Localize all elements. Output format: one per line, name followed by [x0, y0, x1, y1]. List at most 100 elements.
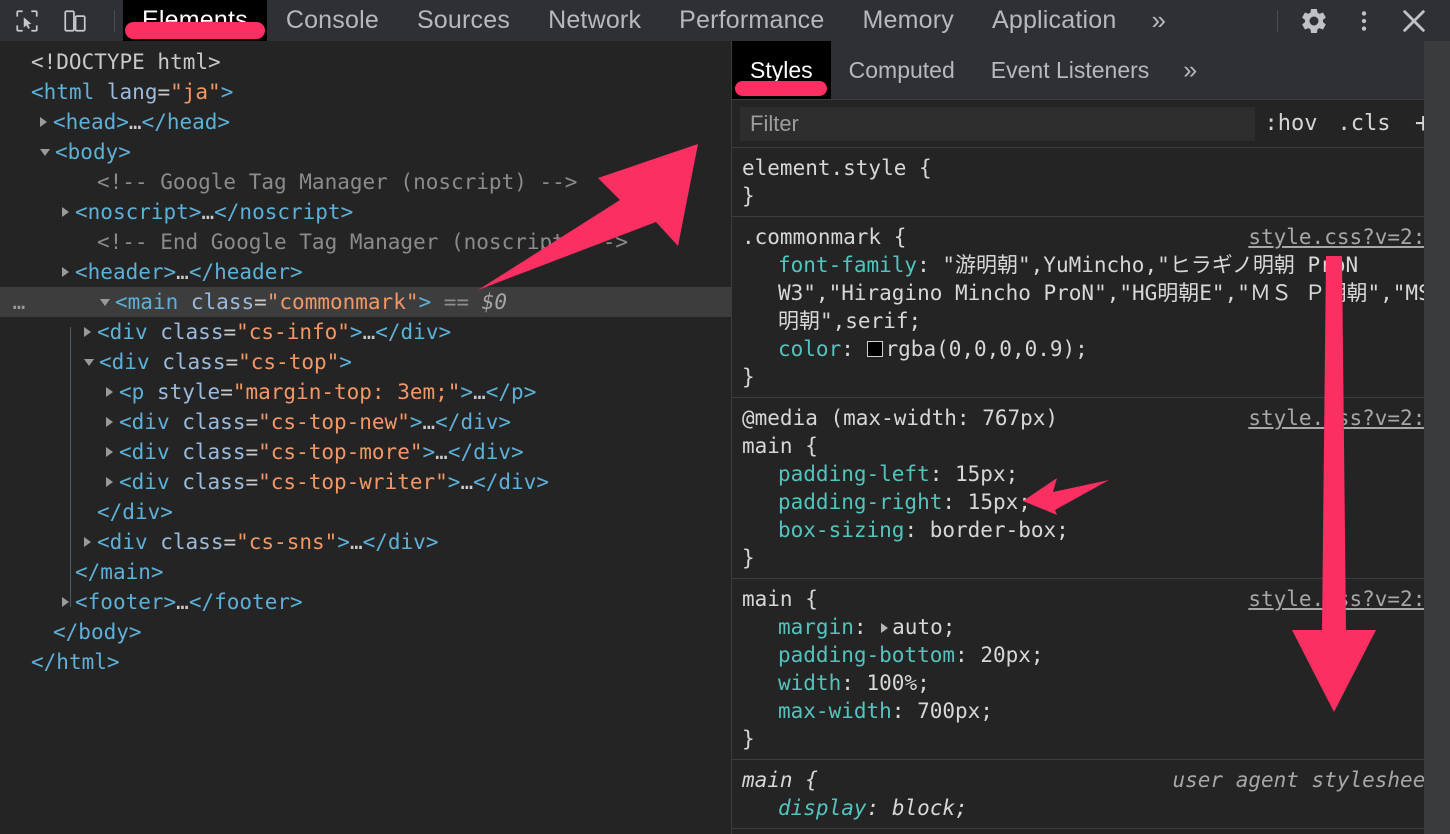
dom-node-row[interactable]: <p style="margin-top: 3em;">…</p>	[0, 377, 731, 407]
css-property-name[interactable]: display	[778, 796, 867, 820]
css-declaration[interactable]: padding-right: 15px;	[742, 488, 1450, 516]
collapse-triangle-icon[interactable]	[84, 359, 94, 366]
expand-triangle-icon[interactable]	[106, 387, 113, 397]
styles-panel[interactable]: StylesComputedEvent Listeners» :hov .cls…	[731, 41, 1450, 834]
tab-network[interactable]: Network	[529, 0, 660, 41]
dom-node-content: <div class="cs-sns">…</div>	[18, 530, 438, 554]
css-rule-block[interactable]: style.css?v=2:1.commonmark {font-family:…	[732, 217, 1450, 398]
stylesheet-source-link[interactable]: style.css?v=2:1	[1248, 585, 1438, 613]
expand-triangle-icon[interactable]	[40, 117, 47, 127]
css-property-value[interactable]: auto;	[892, 615, 955, 639]
close-icon[interactable]	[1392, 0, 1436, 41]
css-property-value[interactable]: block;	[892, 796, 968, 820]
styles-scrollbar[interactable]	[1424, 41, 1450, 834]
css-selector[interactable]: element.style {	[742, 154, 1450, 182]
css-property-value[interactable]: border-box;	[930, 518, 1069, 542]
stylesheet-source-link[interactable]: style.css?v=2:1	[1248, 223, 1438, 251]
dom-node-row[interactable]: <div class="cs-top-more">…</div>	[0, 437, 731, 467]
kebab-menu-icon[interactable]	[1342, 0, 1386, 41]
stylesheet-source-link[interactable]: style.css?v=2:1	[1248, 404, 1438, 432]
css-property-name[interactable]: padding-right	[778, 490, 942, 514]
dom-node-row[interactable]: <noscript>…</noscript>	[0, 197, 731, 227]
dom-node-row[interactable]: </body>	[0, 617, 731, 647]
dom-node-row[interactable]: <div class="cs-top">	[0, 347, 731, 377]
tab-styles[interactable]: Styles	[732, 41, 831, 99]
dom-node-row[interactable]: <!DOCTYPE html>	[0, 47, 731, 77]
hov-toggle-button[interactable]: :hov	[1255, 111, 1328, 136]
css-declaration[interactable]: margin: auto;	[742, 613, 1450, 641]
dom-node-row[interactable]: <header>…</header>	[0, 257, 731, 287]
tab-elements[interactable]: Elements	[123, 0, 267, 41]
dom-node-row[interactable]: <div class="cs-info">…</div>	[0, 317, 731, 347]
css-rule-block[interactable]: style.css?v=2:1@media (max-width: 767px)…	[732, 398, 1450, 579]
expand-triangle-icon[interactable]	[62, 597, 69, 607]
dom-node-row[interactable]: <body>	[0, 137, 731, 167]
css-property-name[interactable]: padding-left	[778, 462, 930, 486]
expand-triangle-icon[interactable]	[84, 537, 91, 547]
css-declaration[interactable]: max-width: 700px;	[742, 697, 1450, 725]
cls-toggle-button[interactable]: .cls	[1327, 111, 1400, 136]
gear-icon[interactable]	[1292, 0, 1336, 41]
inspect-element-icon[interactable]	[10, 4, 44, 38]
css-property-value[interactable]: 20px;	[980, 643, 1043, 667]
expand-triangle-icon[interactable]	[106, 477, 113, 487]
tab-event-listeners[interactable]: Event Listeners	[973, 41, 1168, 99]
dom-node-row[interactable]: <!-- End Google Tag Manager (noscript) -…	[0, 227, 731, 257]
dom-node-row[interactable]: <html lang="ja">	[0, 77, 731, 107]
css-declaration[interactable]: padding-left: 15px;	[742, 460, 1450, 488]
dom-node-row[interactable]: <div class="cs-top-new">…</div>	[0, 407, 731, 437]
css-property-value[interactable]: 15px;	[968, 490, 1031, 514]
css-property-value[interactable]: 15px;	[955, 462, 1018, 486]
dom-node-row[interactable]: </div>	[0, 497, 731, 527]
node-overflow-badge[interactable]: …	[0, 287, 38, 317]
css-property-name[interactable]: color	[778, 337, 841, 361]
css-property-name[interactable]: box-sizing	[778, 518, 904, 542]
tab-performance[interactable]: Performance	[660, 0, 843, 41]
expand-triangle-icon[interactable]	[84, 327, 91, 337]
dom-node-row[interactable]: </main>	[0, 557, 731, 587]
css-declaration[interactable]: box-sizing: border-box;	[742, 516, 1450, 544]
dom-node-row[interactable]: <!-- Google Tag Manager (noscript) -->	[0, 167, 731, 197]
styles-filter-input[interactable]	[740, 107, 1255, 141]
dom-node-row[interactable]: <footer>…</footer>	[0, 587, 731, 617]
color-swatch[interactable]	[867, 341, 883, 357]
dom-node-row[interactable]: <div class="cs-top-writer">…</div>	[0, 467, 731, 497]
css-selector[interactable]: main {	[742, 432, 1450, 460]
dom-node-row[interactable]: <head>…</head>	[0, 107, 731, 137]
dom-node-row-selected[interactable]: …<main class="commonmark"> == $0	[0, 287, 731, 317]
more-panels-chevron-icon[interactable]: »	[1135, 0, 1182, 41]
css-declaration[interactable]: color: rgba(0,0,0,0.9);	[742, 335, 1450, 363]
tab-computed[interactable]: Computed	[831, 41, 973, 99]
css-property-name[interactable]: max-width	[778, 699, 892, 723]
css-rule-block[interactable]: user agent stylesheetmain {display: bloc…	[732, 760, 1450, 829]
dom-node-row[interactable]: </html>	[0, 647, 731, 677]
css-property-name[interactable]: margin	[778, 615, 854, 639]
tab-console[interactable]: Console	[267, 0, 398, 41]
dom-node-row[interactable]: <div class="cs-sns">…</div>	[0, 527, 731, 557]
expand-triangle-icon[interactable]	[106, 417, 113, 427]
expand-triangle-icon[interactable]	[62, 207, 69, 217]
css-property-value[interactable]: 100%;	[867, 671, 930, 695]
expand-shorthand-triangle-icon[interactable]	[881, 623, 888, 633]
more-sidebar-tabs-chevron-icon[interactable]: »	[1167, 41, 1213, 99]
css-property-name[interactable]: padding-bottom	[778, 643, 955, 667]
expand-triangle-icon[interactable]	[106, 447, 113, 457]
elements-dom-tree-panel[interactable]: <!DOCTYPE html><html lang="ja"><head>…</…	[0, 41, 731, 834]
tab-sources[interactable]: Sources	[398, 0, 529, 41]
device-toolbar-icon[interactable]	[58, 4, 92, 38]
css-property-name[interactable]: font-family	[778, 253, 917, 277]
css-property-value[interactable]: rgba(0,0,0,0.9);	[886, 337, 1088, 361]
css-rule-block[interactable]: element.style {}	[732, 148, 1450, 217]
css-declaration[interactable]: padding-bottom: 20px;	[742, 641, 1450, 669]
tab-memory[interactable]: Memory	[843, 0, 972, 41]
collapse-triangle-icon[interactable]	[100, 299, 110, 306]
css-declaration[interactable]: display: block;	[742, 794, 1450, 822]
collapse-triangle-icon[interactable]	[40, 149, 50, 156]
css-declaration[interactable]: font-family: "游明朝",YuMincho,"ヒラギノ明朝 ProN…	[742, 251, 1450, 335]
css-property-name[interactable]: width	[778, 671, 841, 695]
tab-application[interactable]: Application	[973, 0, 1136, 41]
css-rule-block[interactable]: style.css?v=2:1main {margin: auto;paddin…	[732, 579, 1450, 760]
expand-triangle-icon[interactable]	[62, 267, 69, 277]
css-declaration[interactable]: width: 100%;	[742, 669, 1450, 697]
css-property-value[interactable]: 700px;	[917, 699, 993, 723]
